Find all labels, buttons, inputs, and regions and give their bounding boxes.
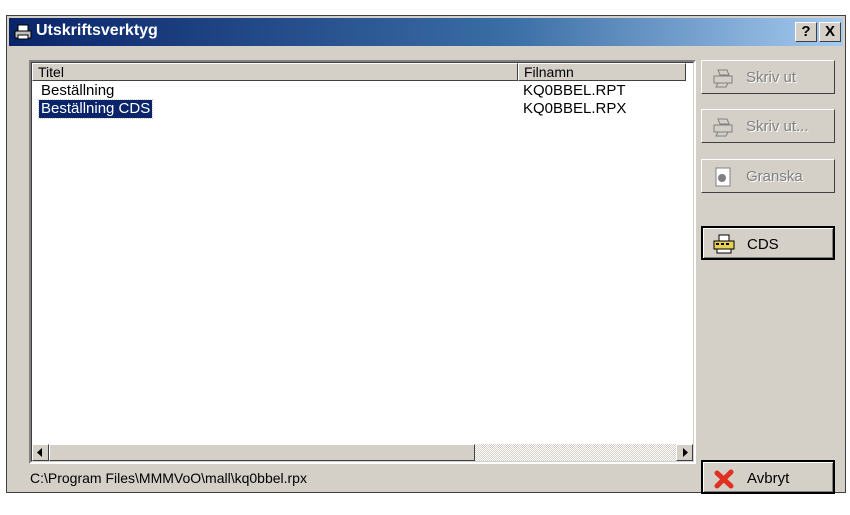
preview-icon xyxy=(715,167,731,187)
help-button[interactable]: ? xyxy=(795,22,817,42)
cds-button-label: CDS xyxy=(747,236,779,253)
report-list[interactable]: Titel Filnamn Beställning KQ0BBEL.RPT Be… xyxy=(29,60,696,464)
row-filename[interactable]: KQ0BBEL.RPT xyxy=(523,82,626,100)
selected-file-path: C:\Program Files\MMMVoO\mall\kq0bbel.rpx xyxy=(30,470,307,486)
cds-printer-icon xyxy=(713,234,735,254)
scroll-right-button[interactable] xyxy=(676,444,693,461)
cancel-button-label: Avbryt xyxy=(747,470,790,487)
arrow-right-icon xyxy=(683,448,688,457)
preview-button[interactable]: Granska xyxy=(701,159,835,193)
row-title[interactable]: Beställning xyxy=(41,82,114,100)
close-button[interactable]: X xyxy=(819,22,841,42)
title-bar[interactable]: Utskriftsverktyg ? X xyxy=(9,18,843,46)
printer-icon xyxy=(713,69,733,88)
print-dialog-button[interactable]: Skriv ut... xyxy=(701,109,835,143)
cds-button[interactable]: CDS xyxy=(701,226,835,260)
window-title: Utskriftsverktyg xyxy=(36,22,158,39)
red-x-icon xyxy=(714,469,734,489)
printer-icon xyxy=(14,24,32,40)
print-button[interactable]: Skriv ut xyxy=(701,60,835,94)
scroll-thumb[interactable] xyxy=(49,444,475,461)
row-title-selected[interactable]: Beställning CDS xyxy=(37,99,154,119)
scroll-left-button[interactable] xyxy=(32,444,49,461)
preview-button-label: Granska xyxy=(746,168,803,185)
printer-icon xyxy=(713,118,733,137)
print-dialog-button-label: Skriv ut... xyxy=(746,118,809,135)
horizontal-scrollbar[interactable] xyxy=(32,444,693,461)
column-header-title[interactable]: Titel xyxy=(32,63,518,81)
row-filename[interactable]: KQ0BBEL.RPX xyxy=(523,100,626,118)
arrow-left-icon xyxy=(37,448,42,457)
print-tool-dialog: Utskriftsverktyg ? X Titel Filnamn Bestä… xyxy=(6,15,846,494)
cancel-button[interactable]: Avbryt xyxy=(701,460,835,494)
print-button-label: Skriv ut xyxy=(746,69,797,86)
column-header-filename[interactable]: Filnamn xyxy=(518,63,686,81)
